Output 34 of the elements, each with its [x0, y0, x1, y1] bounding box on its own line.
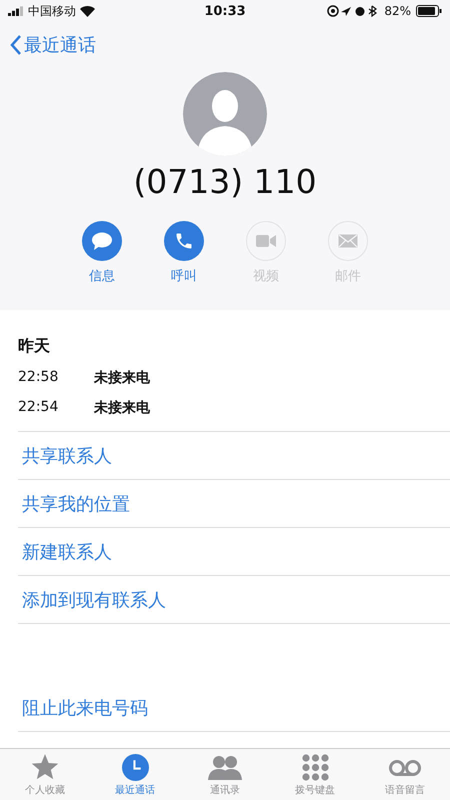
action-link[interactable]: 共享我的位置: [18, 480, 450, 528]
chevron-left-icon: [10, 35, 22, 55]
battery-percent: 82%: [384, 4, 412, 18]
block-caller-link[interactable]: 阻止此来电号码: [18, 684, 450, 732]
carrier-name: 中国移动: [28, 2, 76, 20]
people-icon: [208, 755, 242, 781]
battery-icon: [416, 5, 442, 17]
tab-bar-item[interactable]: 通讯录: [180, 749, 270, 800]
speech-bubble-icon: [91, 231, 113, 251]
action-link[interactable]: 新建联系人: [18, 528, 450, 576]
avatar-icon: [183, 72, 267, 156]
call-type: 未接来电: [94, 369, 150, 387]
phone-icon: [174, 231, 194, 251]
star-icon: [31, 754, 59, 781]
wifi-icon: [80, 6, 95, 16]
video-camera-icon: [256, 234, 276, 248]
call-time: 22:54: [18, 399, 60, 417]
call-type: 未接来电: [94, 399, 150, 417]
date-heading: 昨天: [18, 336, 51, 357]
envelope-icon: [338, 234, 358, 248]
action-link[interactable]: 添加到现有联系人: [18, 576, 450, 624]
keypad-icon: [302, 754, 328, 781]
phone-number: (0713) 110: [132, 162, 318, 201]
call-time: 22:58: [18, 369, 60, 387]
back-link[interactable]: 最近通话: [10, 33, 96, 57]
status-icons-drawing: [327, 5, 380, 17]
tab-bar-item[interactable]: 个人收藏: [0, 749, 90, 800]
clock-time: 10:33: [204, 4, 246, 18]
tab-bar-item[interactable]: 拨号键盘: [270, 749, 360, 800]
clock-icon: [122, 754, 148, 781]
signal-icon: [8, 6, 24, 16]
tab-bar-item[interactable]: 最近通话: [90, 749, 180, 800]
tab-bar-item[interactable]: 语音留言: [360, 749, 450, 800]
action-link[interactable]: 共享联系人: [18, 432, 450, 480]
